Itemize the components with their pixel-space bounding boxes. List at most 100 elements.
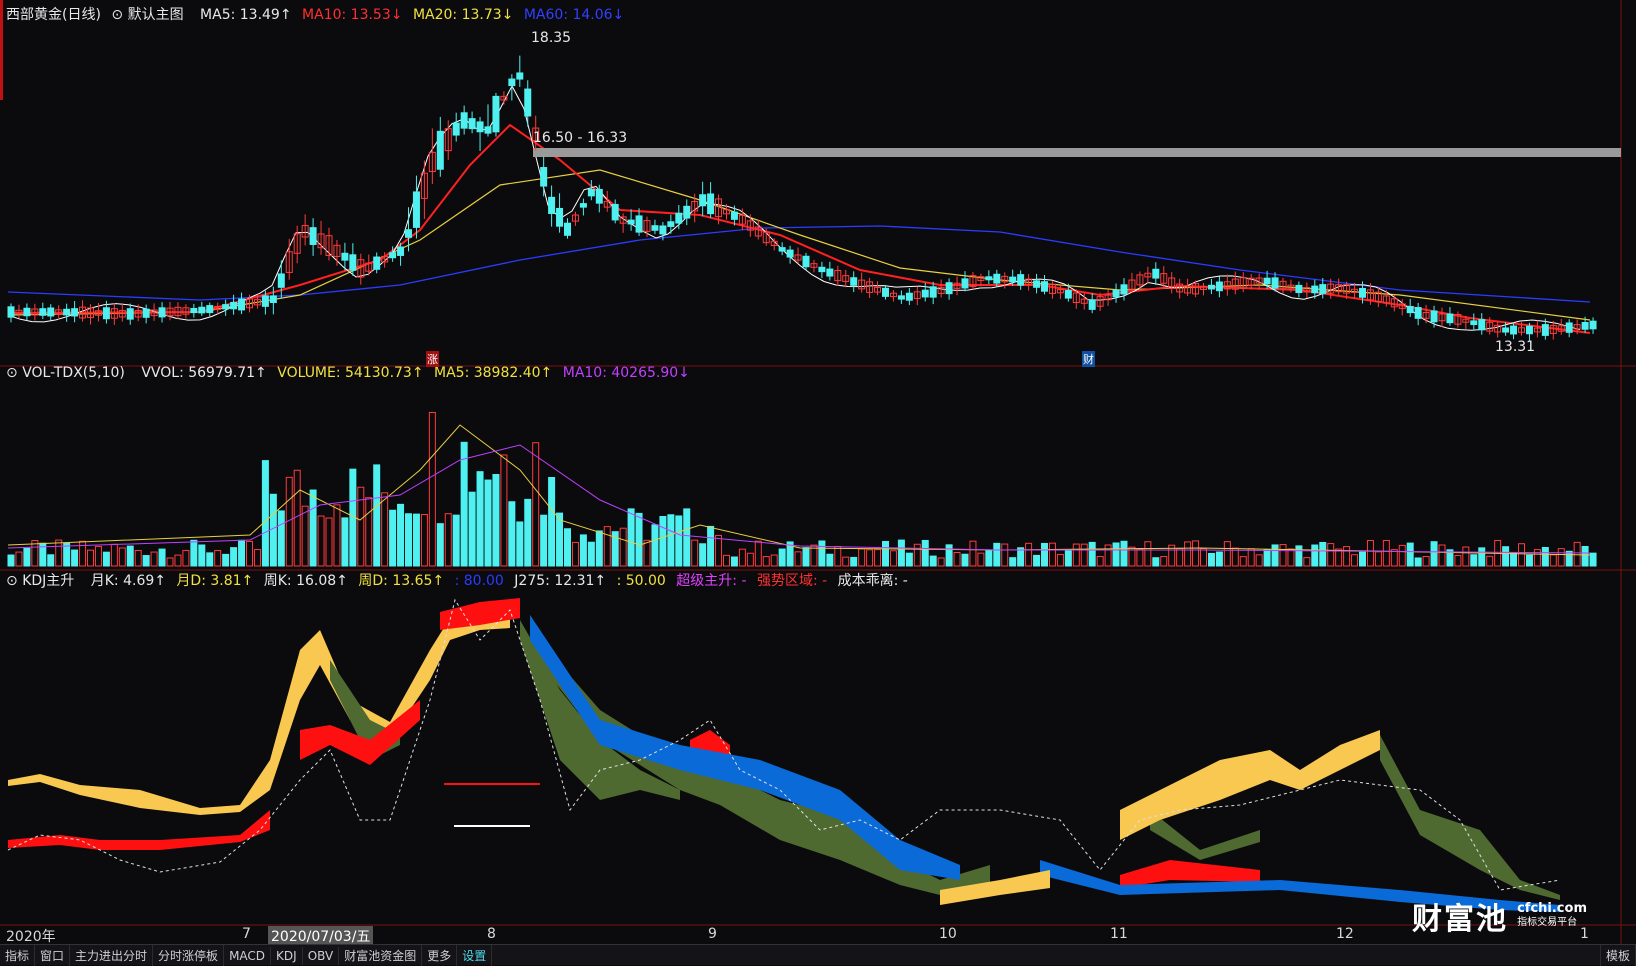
x-label-7: 7 xyxy=(242,926,251,942)
tab-settings[interactable]: 设置 xyxy=(457,945,493,966)
rise-marker[interactable]: 涨 xyxy=(426,351,439,367)
candle xyxy=(341,252,349,261)
volume-bar xyxy=(746,552,754,567)
candle xyxy=(261,295,269,307)
volume-bar xyxy=(524,498,532,567)
cursor-date-label: 2020/07/03/五 xyxy=(268,926,374,946)
volume-bar xyxy=(1096,556,1104,567)
candle xyxy=(397,246,405,256)
volume-bar xyxy=(333,504,341,567)
candle xyxy=(1430,310,1438,323)
tab-macd[interactable]: MACD xyxy=(224,947,272,965)
volume-bar xyxy=(412,513,420,567)
candle xyxy=(897,295,905,300)
x-label-8: 8 xyxy=(487,926,496,942)
candle xyxy=(1295,284,1303,294)
volume-bar xyxy=(897,539,905,567)
bottom-tab-bar: 指标 窗口 主力进出分时 分时涨停板 MACD KDJ OBV 财富池资金图 更多 设置 模板 xyxy=(0,944,1636,966)
tab-main-flow[interactable]: 主力进出分时 xyxy=(70,945,154,966)
volume-bar xyxy=(7,554,15,567)
candle xyxy=(1446,313,1454,324)
volume-bar xyxy=(1001,543,1009,567)
volume-bar xyxy=(1192,540,1200,567)
month-k: 月K: 4.69↑ xyxy=(90,573,166,589)
volume-bar xyxy=(1366,539,1374,567)
ma20-value: MA20: 13.73↓ xyxy=(412,7,514,23)
volume-bar xyxy=(1025,542,1033,567)
volume-bar xyxy=(1533,549,1541,567)
tab-kdj[interactable]: KDJ xyxy=(271,947,303,965)
volume-bar xyxy=(1486,555,1494,567)
volume-bar xyxy=(1549,554,1557,567)
indicator-select[interactable]: ⊙ 默认主图 xyxy=(111,7,189,23)
left-edge-bar xyxy=(0,0,3,100)
volume-bar xyxy=(595,530,603,567)
ma5-value: MA5: 13.49↑ xyxy=(200,7,292,23)
candle xyxy=(579,203,587,208)
vol-ma5-line xyxy=(7,424,1591,556)
volume-bar xyxy=(174,554,182,567)
volume-bar xyxy=(1327,543,1335,567)
volume-bar xyxy=(770,554,778,567)
vol-indicator-name: VOL-TDX(5,10) xyxy=(22,365,125,381)
cost-deviation: 成本乖离: - xyxy=(837,573,908,589)
vol-indicator-select[interactable]: ⊙ VOL-TDX(5,10) xyxy=(6,365,131,381)
volume-bar xyxy=(1152,557,1160,567)
volume-bar xyxy=(579,534,587,567)
volume-bar xyxy=(699,543,707,567)
volume-bar xyxy=(1080,543,1088,567)
j275-value: J275: 12.31↑ xyxy=(514,573,607,589)
kdj-indicator-select[interactable]: ⊙ KDJ主升 xyxy=(6,573,80,589)
candle xyxy=(1589,320,1597,330)
volume-bar xyxy=(532,442,540,567)
candle xyxy=(1502,327,1510,333)
candle xyxy=(564,222,571,236)
volume-bar xyxy=(357,486,365,567)
volume-bar xyxy=(659,516,667,567)
volume-bar xyxy=(1319,541,1327,567)
tab-fund-chart[interactable]: 财富池资金图 xyxy=(339,945,423,966)
x-label-9: 9 xyxy=(708,926,717,942)
kdj-ribbon-yellow xyxy=(8,612,510,815)
volume-bar xyxy=(15,551,23,567)
finance-marker[interactable]: 财 xyxy=(1082,351,1095,367)
volume-bar xyxy=(754,540,762,567)
tab-limit-up[interactable]: 分时涨停板 xyxy=(153,945,225,966)
tab-template[interactable]: 模板 xyxy=(1599,945,1636,966)
volume-bar xyxy=(500,454,508,567)
volume-bar xyxy=(953,551,961,567)
volume-bar xyxy=(707,525,715,567)
candle xyxy=(659,225,667,235)
line-50: : 50.00 xyxy=(616,573,666,589)
volume-bar xyxy=(961,553,969,567)
volume-bar xyxy=(1207,552,1215,567)
candle xyxy=(47,307,55,317)
volume-bar xyxy=(405,513,412,567)
candle xyxy=(349,254,357,271)
volume-bar xyxy=(253,549,261,567)
volume-bar xyxy=(1541,547,1549,567)
volume-bar xyxy=(794,551,802,567)
candle xyxy=(1319,284,1327,294)
stock-chart[interactable] xyxy=(0,0,1636,944)
volume-bar xyxy=(516,521,524,567)
candle xyxy=(548,196,556,214)
tab-indicator[interactable]: 指标 xyxy=(0,945,36,966)
volume-bar xyxy=(715,534,723,567)
zone-label: 16.50 - 16.33 xyxy=(533,130,628,146)
volume-bar xyxy=(23,547,31,567)
volume-bar xyxy=(277,510,285,567)
volume-bar xyxy=(762,556,770,567)
volume-bar xyxy=(134,549,142,567)
tab-obv[interactable]: OBV xyxy=(303,947,340,965)
candle xyxy=(230,301,238,310)
volume-bar xyxy=(866,549,874,567)
stock-title[interactable]: 西部黄金(日线) xyxy=(6,7,101,23)
chart-window[interactable]: 西部黄金(日线) ⊙ 默认主图 MA5: 13.49↑ MA10: 13.53↓… xyxy=(0,0,1636,966)
volume-bar xyxy=(158,548,166,567)
candle xyxy=(611,203,619,221)
tab-window[interactable]: 窗口 xyxy=(35,945,71,966)
volume-bar xyxy=(428,411,436,567)
volume-bar xyxy=(683,508,691,567)
tab-more[interactable]: 更多 xyxy=(422,945,458,966)
